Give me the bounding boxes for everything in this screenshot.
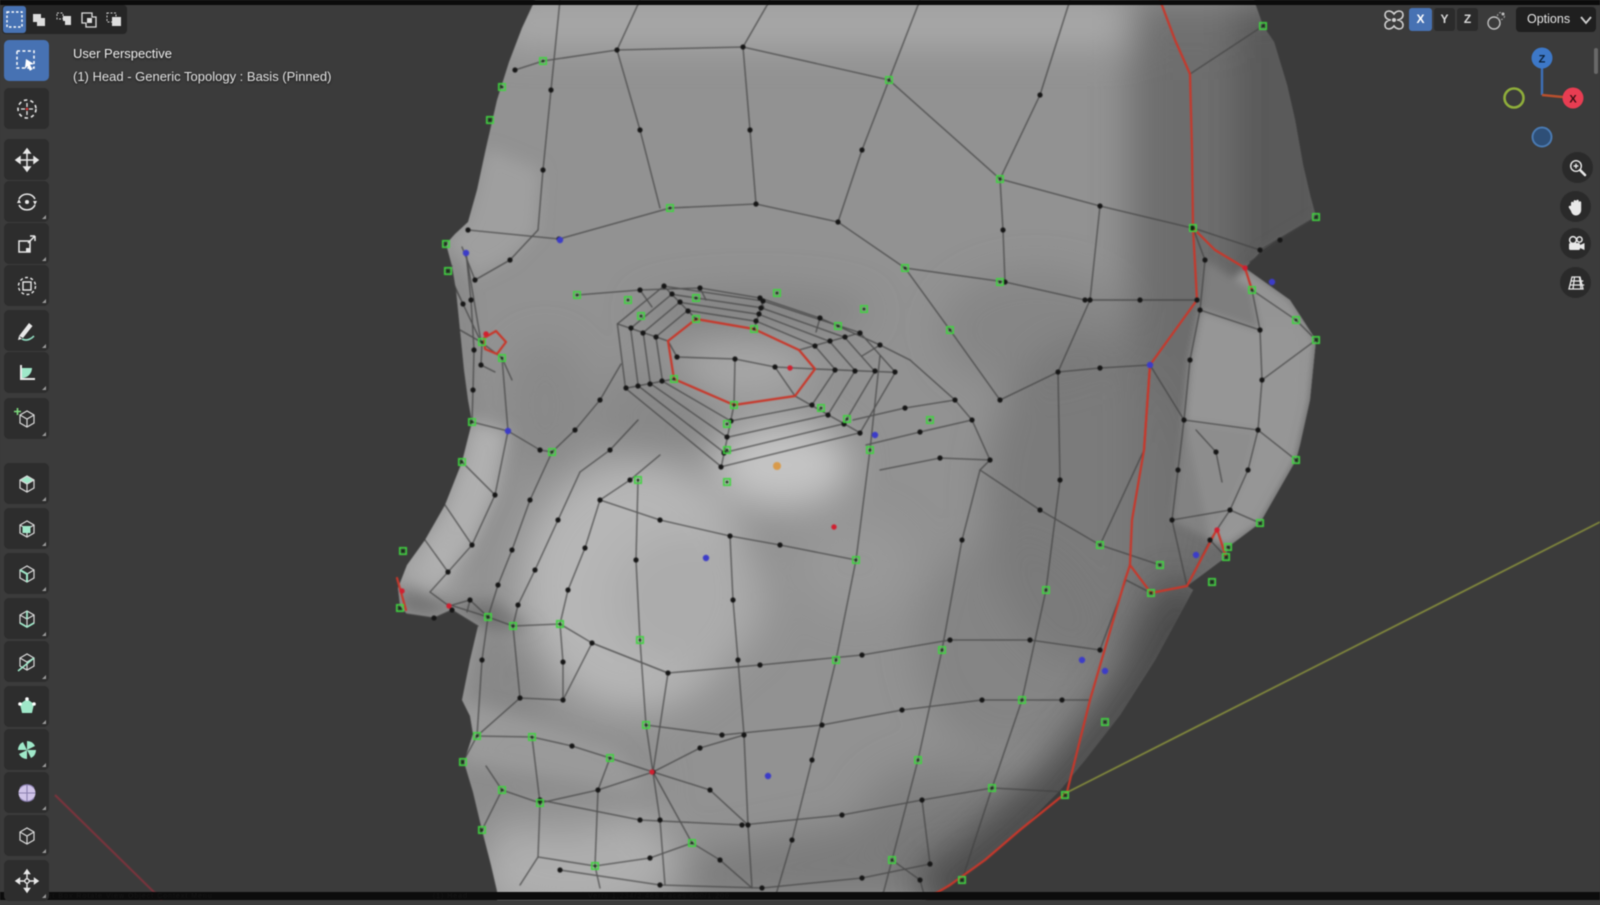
svg-text:Z: Z <box>1539 54 1546 66</box>
svg-text:X: X <box>1569 94 1577 106</box>
